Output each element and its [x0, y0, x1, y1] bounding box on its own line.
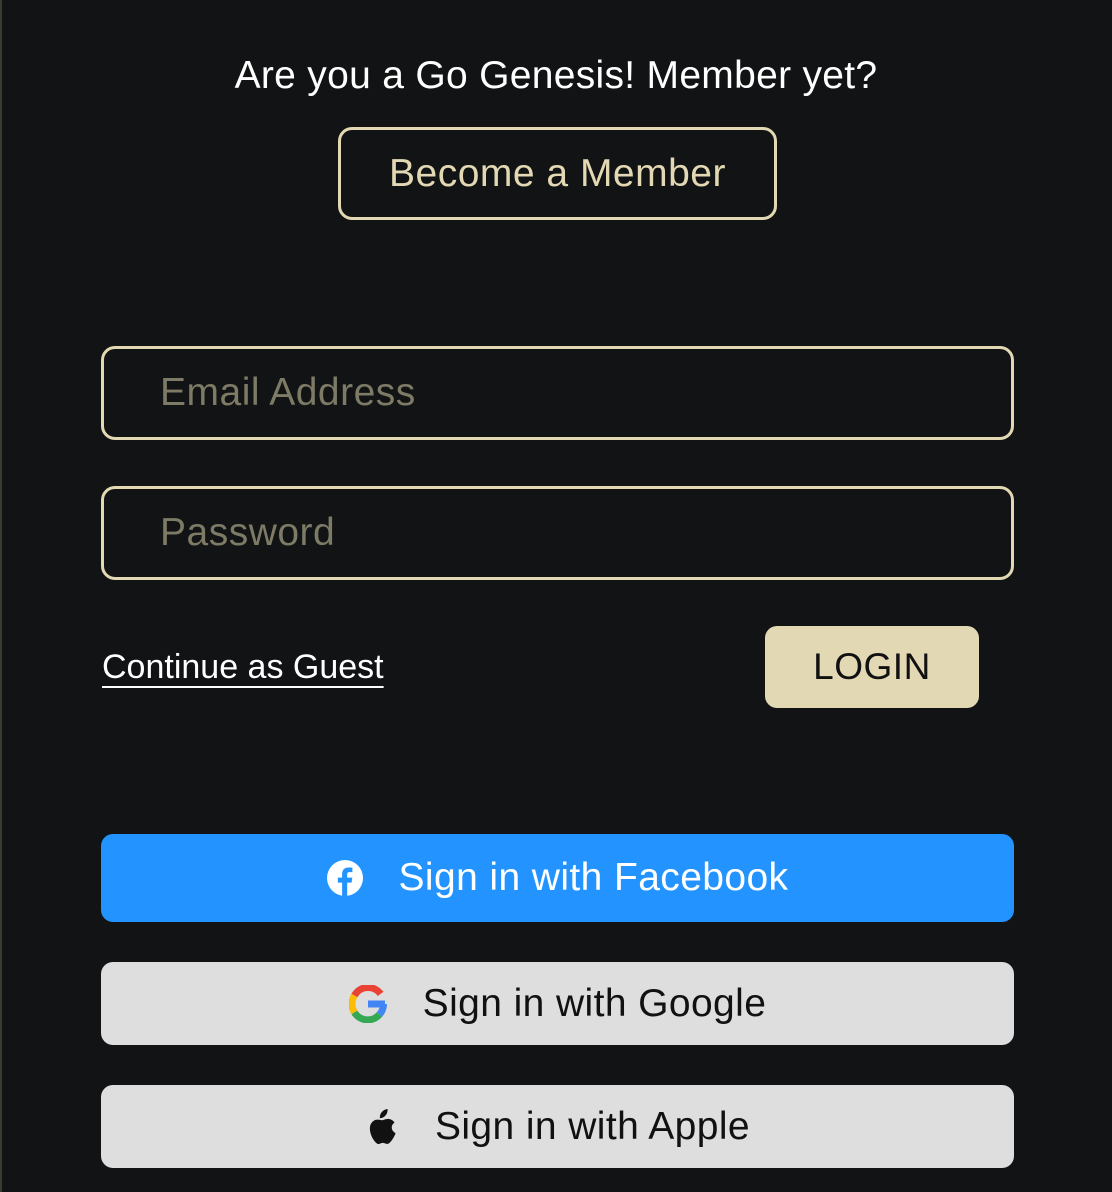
- facebook-signin-button[interactable]: Sign in with Facebook: [101, 834, 1014, 922]
- become-member-button[interactable]: Become a Member: [338, 127, 777, 220]
- apple-signin-button[interactable]: Sign in with Apple: [101, 1085, 1014, 1168]
- email-field[interactable]: [101, 346, 1014, 440]
- apple-icon: [365, 1107, 399, 1147]
- apple-signin-label: Sign in with Apple: [434, 1104, 751, 1148]
- facebook-icon: [326, 860, 363, 896]
- member-prompt: Are you a Go Genesis! Member yet?: [234, 54, 878, 97]
- become-member-label: Become a Member: [389, 151, 726, 195]
- google-icon: [348, 984, 387, 1023]
- facebook-signin-label: Sign in with Facebook: [398, 856, 789, 899]
- login-label: LOGIN: [813, 646, 931, 687]
- continue-as-guest-link[interactable]: Continue as Guest: [102, 645, 384, 689]
- google-signin-button[interactable]: Sign in with Google: [101, 962, 1014, 1045]
- google-signin-label: Sign in with Google: [422, 981, 767, 1025]
- login-button[interactable]: LOGIN: [765, 626, 979, 708]
- window-left-edge: [0, 0, 2, 1192]
- password-field[interactable]: [101, 486, 1014, 580]
